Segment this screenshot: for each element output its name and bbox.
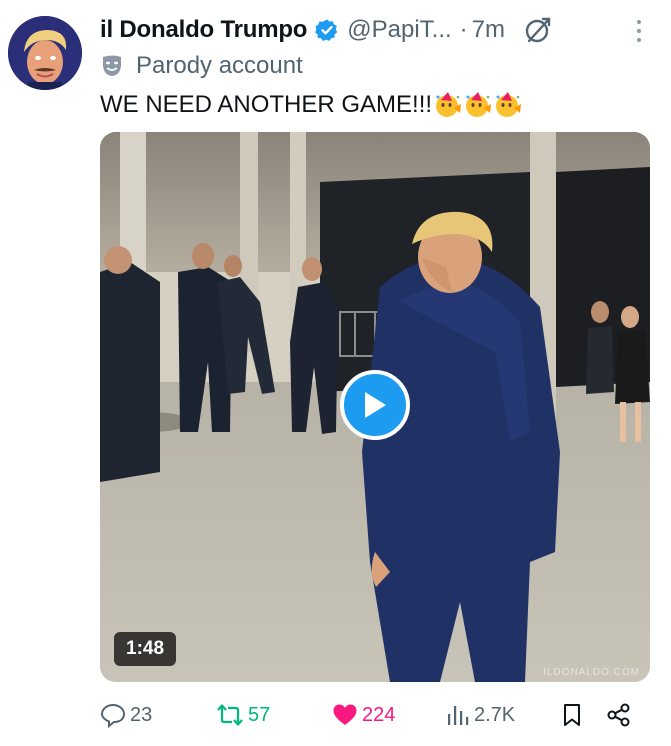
video-watermark: ILDONALDO.COM xyxy=(543,667,640,678)
party-face-emoji-icon xyxy=(466,92,492,117)
reply-button[interactable]: 23 xyxy=(100,698,152,732)
post-action-bar: 23 57 224 2.7K xyxy=(100,698,641,732)
reply-count: 23 xyxy=(130,703,153,726)
video-player[interactable]: 1:48 ILDONALDO.COM xyxy=(100,132,650,682)
play-icon xyxy=(365,392,386,418)
bookmark-icon xyxy=(564,704,580,726)
more-options-icon[interactable] xyxy=(629,16,649,46)
post-text: WE NEED ANOTHER GAME!!! xyxy=(100,88,524,122)
verified-badge-icon xyxy=(315,18,339,42)
author-name[interactable]: il Donaldo Trumpo xyxy=(100,16,307,44)
post-timestamp[interactable]: 7m xyxy=(472,16,505,44)
author-handle[interactable]: @PapiT... xyxy=(347,16,451,44)
views-chart-icon xyxy=(448,706,469,725)
views-count: 2.7K xyxy=(474,703,516,726)
emoji-group xyxy=(434,91,524,119)
party-face-emoji-icon xyxy=(436,92,462,117)
play-button[interactable] xyxy=(340,370,410,440)
heart-icon xyxy=(333,704,357,725)
repost-button[interactable]: 57 xyxy=(216,698,270,732)
views-button[interactable]: 2.7K xyxy=(446,698,515,732)
share-icon xyxy=(607,703,630,727)
bookmark-button[interactable] xyxy=(560,698,584,732)
avatar[interactable] xyxy=(8,16,82,90)
like-count: 224 xyxy=(362,703,396,726)
like-button[interactable]: 224 xyxy=(332,698,395,732)
parody-account-label: Parody account xyxy=(136,52,303,79)
video-duration-badge: 1:48 xyxy=(114,632,177,666)
parody-label-row: Parody account xyxy=(100,50,303,82)
repost-icon xyxy=(217,704,243,726)
grok-icon[interactable] xyxy=(523,15,553,45)
separator-dot: · xyxy=(459,16,468,43)
post-text-body: WE NEED ANOTHER GAME!!! xyxy=(100,91,433,118)
reply-icon xyxy=(100,703,126,728)
repost-count: 57 xyxy=(248,703,271,726)
post-header: il Donaldo Trumpo @PapiT... · 7m xyxy=(100,14,651,46)
theater-masks-icon xyxy=(100,53,126,79)
share-button[interactable] xyxy=(606,698,632,732)
party-face-emoji-icon xyxy=(496,92,522,117)
